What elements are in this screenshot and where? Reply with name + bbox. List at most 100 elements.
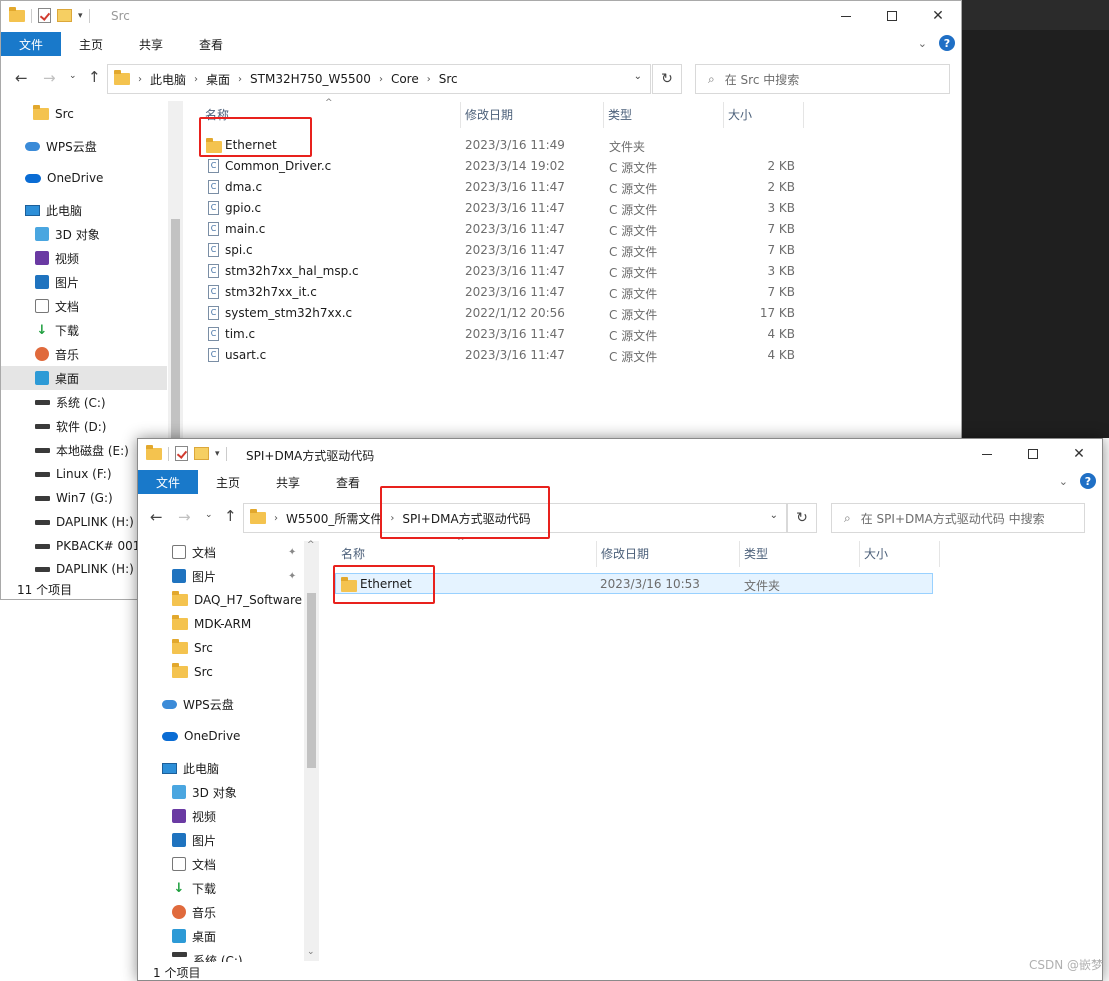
nav-item-drive-c[interactable]: 系统 (C:) [172, 952, 243, 962]
search-box[interactable]: ⌕ 在 SPI+DMA方式驱动代码 中搜索 [831, 503, 1085, 533]
chevron-down-icon[interactable]: ▾ [215, 449, 220, 459]
tab-home[interactable]: 主页 [61, 32, 121, 56]
nav-item-documents[interactable]: 文档 [172, 852, 216, 876]
breadcrumb-w5500-files[interactable]: W5500_所需文件 [286, 510, 382, 527]
nav-item-videos[interactable]: 视频 [172, 804, 216, 828]
nav-item-pictures[interactable]: 图片 [35, 270, 79, 294]
column-size[interactable]: 大小 [860, 541, 940, 567]
breadcrumb-project[interactable]: STM32H750_W5500 [250, 72, 371, 86]
properties-icon[interactable] [38, 8, 51, 23]
maximize-button[interactable] [1010, 439, 1056, 469]
close-button[interactable]: ✕ [1056, 439, 1102, 469]
file-row[interactable]: Csystem_stm32h7xx.c 2022/1/12 20:56 C 源文件 1… [201, 303, 801, 324]
forward-arrow-icon[interactable]: → [43, 69, 56, 87]
tab-view[interactable]: 查看 [318, 470, 378, 494]
nav-item-quick-pictures[interactable]: 图片 [172, 564, 216, 588]
tab-file[interactable]: 文件 [138, 470, 199, 494]
scroll-down-icon[interactable]: ⌄ [307, 947, 315, 957]
nav-item-pkback[interactable]: PKBACK# 001 [35, 534, 140, 558]
up-arrow-icon[interactable]: ↑ [224, 507, 237, 525]
file-row[interactable]: Ctim.c 2023/3/16 11:47 C 源文件 4 KB [201, 324, 801, 345]
column-date[interactable]: 修改日期 [597, 541, 740, 567]
nav-item-drive-h[interactable]: DAPLINK (H:) [35, 510, 134, 534]
file-row[interactable]: Cspi.c 2023/3/16 11:47 C 源文件 7 KB [201, 240, 801, 261]
nav-item-pictures[interactable]: 图片 [172, 828, 216, 852]
expand-ribbon-icon[interactable]: ⌄ [918, 37, 927, 50]
scroll-up-icon[interactable]: ^ [307, 540, 315, 550]
refresh-button[interactable]: ↻ [787, 503, 817, 533]
tab-home[interactable]: 主页 [198, 470, 258, 494]
nav-item-desktop[interactable]: 桌面 [172, 924, 216, 948]
address-bar[interactable]: › 此电脑 › 桌面 › STM32H750_W5500 › Core › Sr… [107, 64, 651, 94]
breadcrumb-desktop[interactable]: 桌面 [206, 71, 230, 88]
tab-view[interactable]: 查看 [181, 32, 241, 56]
nav-item-downloads[interactable]: ↓ 下载 [35, 318, 79, 342]
nav-item-drive-c[interactable]: 系统 (C:) [35, 390, 106, 414]
nav-item-drive-e[interactable]: 本地磁盘 (E:) [35, 438, 129, 462]
nav-item-music[interactable]: 音乐 [35, 342, 79, 366]
maximize-button[interactable] [869, 1, 915, 31]
back-arrow-icon[interactable]: ← [150, 508, 163, 526]
help-icon[interactable]: ? [1080, 473, 1096, 489]
column-name[interactable]: 名称 [337, 541, 597, 567]
nav-item-3d[interactable]: 3D 对象 [35, 222, 100, 246]
nav-item-videos[interactable]: 视频 [35, 246, 79, 270]
nav-item-drive-f[interactable]: Linux (F:) [35, 462, 112, 486]
nav-item-music[interactable]: 音乐 [172, 900, 216, 924]
nav-item-3d[interactable]: 3D 对象 [172, 780, 237, 804]
nav-item-drive-d[interactable]: 软件 (D:) [35, 414, 106, 438]
nav-item-daq-software[interactable]: DAQ_H7_Software [172, 588, 302, 612]
new-folder-icon[interactable] [57, 9, 72, 22]
file-row[interactable]: Cdma.c 2023/3/16 11:47 C 源文件 2 KB [201, 177, 801, 198]
tab-file[interactable]: 文件 [1, 32, 62, 56]
chevron-down-icon[interactable]: ▾ [78, 11, 83, 21]
breadcrumb-src[interactable]: Src [439, 72, 458, 86]
nav-item-onedrive[interactable]: OneDrive [25, 166, 103, 190]
nav-item-src[interactable]: Src [172, 636, 213, 660]
nav-item-daplink-2[interactable]: DAPLINK (H:) [35, 562, 134, 576]
expand-ribbon-icon[interactable]: ⌄ [1059, 475, 1068, 488]
close-button[interactable]: ✕ [915, 1, 961, 31]
file-row[interactable]: Cstm32h7xx_hal_msp.c 2023/3/16 11:47 C 源文件… [201, 261, 801, 282]
address-dropdown-icon[interactable]: ⌄ [634, 71, 642, 82]
nav-item-this-pc[interactable]: 此电脑 [25, 198, 82, 222]
column-date[interactable]: 修改日期 [461, 102, 604, 128]
pin-icon[interactable]: ✦ [288, 571, 296, 582]
new-folder-icon[interactable] [194, 447, 209, 460]
minimize-button[interactable] [964, 439, 1010, 469]
search-box[interactable]: ⌕ 在 Src 中搜索 [695, 64, 950, 94]
help-icon[interactable]: ? [939, 35, 955, 51]
nav-item-onedrive[interactable]: OneDrive [162, 724, 240, 748]
nav-item-quick-documents[interactable]: 文档 [172, 540, 216, 564]
nav-scrollbar[interactable]: ^ ⌄ [304, 540, 319, 961]
recent-locations-icon[interactable]: ⌄ [69, 71, 77, 81]
file-row[interactable]: Cusart.c 2023/3/16 11:47 C 源文件 4 KB [201, 345, 801, 366]
minimize-button[interactable] [823, 1, 869, 31]
file-row[interactable]: Cmain.c 2023/3/16 11:47 C 源文件 7 KB [201, 219, 801, 240]
file-row[interactable]: Cgpio.c 2023/3/16 11:47 C 源文件 3 KB [201, 198, 801, 219]
nav-item-wps[interactable]: WPS云盘 [162, 692, 234, 716]
pin-icon[interactable]: ✦ [288, 547, 296, 558]
refresh-button[interactable]: ↻ [652, 64, 682, 94]
nav-item-src-2[interactable]: Src [172, 660, 213, 684]
back-arrow-icon[interactable]: ← [15, 69, 28, 87]
nav-item-wps[interactable]: WPS云盘 [25, 134, 97, 158]
properties-icon[interactable] [175, 446, 188, 461]
nav-item-src[interactable]: Src [33, 102, 74, 126]
nav-item-mdk-arm[interactable]: MDK-ARM [172, 612, 251, 636]
up-arrow-icon[interactable]: ↑ [88, 68, 101, 86]
forward-arrow-icon[interactable]: → [178, 508, 191, 526]
nav-item-desktop[interactable]: 桌面 [1, 366, 167, 390]
file-row[interactable]: Cstm32h7xx_it.c 2023/3/16 11:47 C 源文件 7 KB [201, 282, 801, 303]
nav-item-downloads[interactable]: ↓ 下载 [172, 876, 216, 900]
column-type[interactable]: 类型 [604, 102, 724, 128]
breadcrumb-this-pc[interactable]: 此电脑 [150, 71, 186, 88]
nav-item-this-pc[interactable]: 此电脑 [162, 756, 219, 780]
recent-locations-icon[interactable]: ⌄ [205, 510, 213, 520]
tab-share[interactable]: 共享 [121, 32, 181, 56]
nav-item-documents[interactable]: 文档 [35, 294, 79, 318]
tab-share[interactable]: 共享 [258, 470, 318, 494]
nav-item-drive-g[interactable]: Win7 (G:) [35, 486, 113, 510]
file-row[interactable]: C Common_Driver.c 2023/3/14 19:02 C 源文件 2 KB [201, 156, 801, 177]
breadcrumb-core[interactable]: Core [391, 72, 419, 86]
